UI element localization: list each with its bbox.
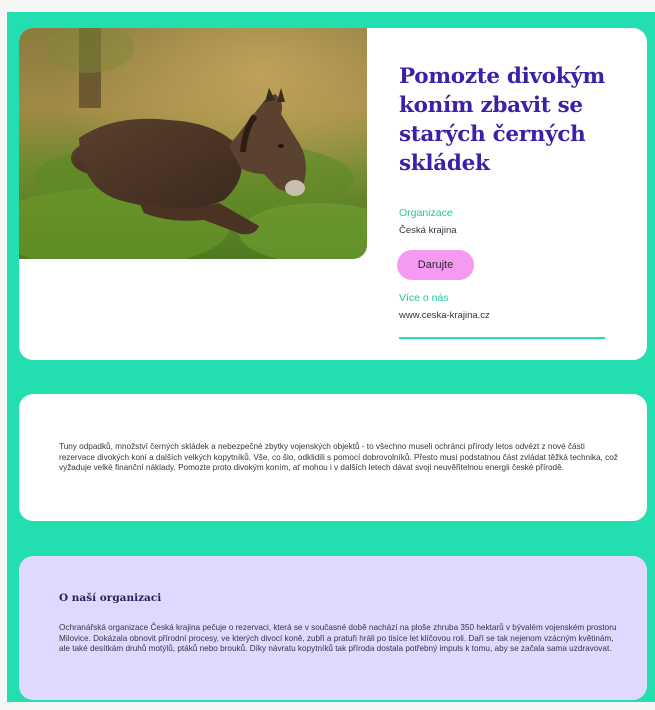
donate-button[interactable]: Darujte [397, 250, 474, 280]
horse-foal-image [19, 28, 367, 259]
about-organization-heading: O naší organizaci [59, 592, 162, 604]
campaign-title: Pomozte divokým koním zbavit se starých … [399, 64, 605, 176]
description-card: Tuny odpadků, množství černých skládek a… [19, 394, 647, 521]
website-link[interactable]: www.ceska-krajina.cz [399, 310, 490, 321]
campaign-card: Pomozte divokým koním zbavit se starých … [19, 28, 647, 360]
about-organization-text: Ochranářská organizace Česká krajina peč… [59, 623, 617, 654]
divider-line [399, 337, 605, 339]
campaign-description: Tuny odpadků, množství černých skládek a… [59, 442, 618, 473]
about-organization-card: O naší organizaci Ochranářská organizace… [19, 556, 647, 700]
organization-label: Organizace [399, 207, 453, 219]
page-background: Pomozte divokým koním zbavit se starých … [7, 12, 655, 702]
organization-name: Česká krajina [399, 225, 457, 236]
about-us-label: Více o nás [399, 292, 449, 304]
horse-foal-photo [19, 28, 367, 259]
